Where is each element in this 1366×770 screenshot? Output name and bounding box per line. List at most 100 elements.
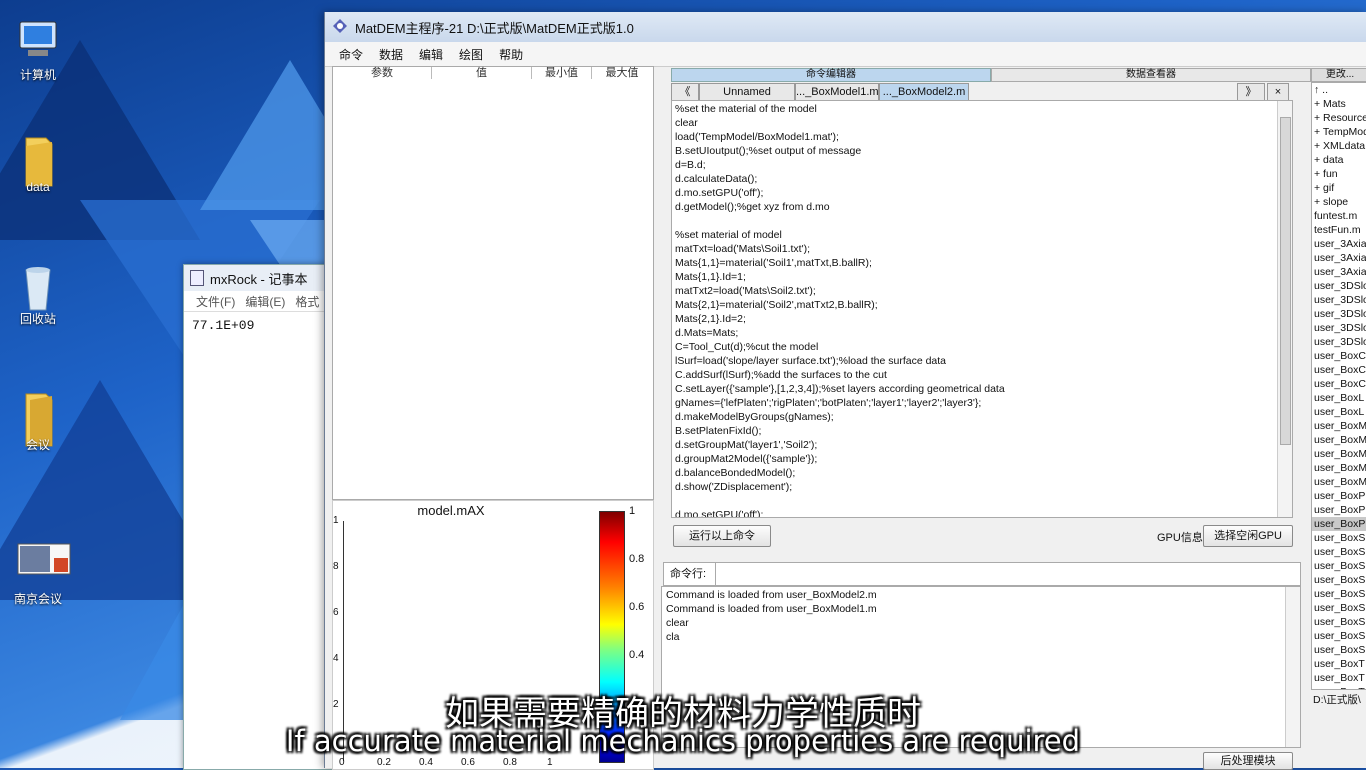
code-line[interactable]: d.show('ZDisplacement');	[675, 480, 1275, 494]
code-line[interactable]: d.setGroupMat('layer1','Soil2');	[675, 438, 1275, 452]
menu-plot[interactable]: 绘图	[459, 46, 483, 63]
file-item[interactable]: user_BoxM	[1312, 447, 1366, 461]
file-item[interactable]: user_BoxT	[1312, 671, 1366, 685]
param-header-min[interactable]: 最小值	[532, 67, 592, 79]
run-commands-button[interactable]: 运行以上命令	[673, 525, 771, 547]
matdem-main-window[interactable]: MatDEM主程序-21 D:\正式版\MatDEM正式版1.0 命令 数据 编…	[324, 12, 1366, 770]
desktop-icon-data[interactable]: data	[2, 132, 74, 194]
file-item[interactable]: + data	[1312, 153, 1366, 167]
file-item[interactable]: user_3Axia	[1312, 237, 1366, 251]
notepad-menu-format[interactable]: 格式	[295, 293, 319, 310]
code-line[interactable]: d.mo.setGPU('off');	[675, 186, 1275, 200]
code-line[interactable]: d.mo.setGPU('off');	[675, 508, 1275, 517]
file-item[interactable]: user_BoxS	[1312, 601, 1366, 615]
file-item[interactable]: + TempMod	[1312, 125, 1366, 139]
file-item[interactable]: user_BoxS	[1312, 615, 1366, 629]
menu-help[interactable]: 帮助	[499, 46, 523, 63]
file-item[interactable]: user_3DSlo	[1312, 279, 1366, 293]
file-item[interactable]: user_BoxM	[1312, 461, 1366, 475]
code-line[interactable]: B.setPlatenFixId();	[675, 424, 1275, 438]
notepad-text-area[interactable]: 77.1E+09	[184, 312, 334, 339]
desktop-icon-recycle-bin[interactable]: 回收站	[2, 262, 74, 327]
menu-data[interactable]: 数据	[379, 46, 403, 63]
file-item[interactable]: user_BoxS	[1312, 629, 1366, 643]
code-line[interactable]: matTxt2=load('Mats\Soil2.txt');	[675, 284, 1275, 298]
file-item[interactable]: funtest.m	[1312, 209, 1366, 223]
desktop-icon-nanjing-meeting[interactable]: 南京会议	[2, 542, 74, 607]
notepad-titlebar[interactable]: mxRock - 记事本	[184, 265, 334, 291]
tab-data-viewer[interactable]: 数据查看器	[991, 68, 1311, 82]
code-line[interactable]: Mats{1,1}.Id=1;	[675, 270, 1275, 284]
tab-prev-button[interactable]: 《	[671, 83, 699, 101]
code-line[interactable]: B.setUIoutput();%set output of message	[675, 144, 1275, 158]
file-item[interactable]: user_BoxS	[1312, 573, 1366, 587]
code-line[interactable]: %set material of model	[675, 228, 1275, 242]
file-item[interactable]: user_BoxM	[1312, 433, 1366, 447]
code-line[interactable]: C.addSurf(lSurf);%add the surfaces to th…	[675, 368, 1275, 382]
file-item[interactable]: user_3DSlo	[1312, 293, 1366, 307]
notepad-menu-edit[interactable]: 编辑(E)	[245, 293, 285, 310]
file-item[interactable]: user_BoxP	[1312, 503, 1366, 517]
file-item[interactable]: user_3DSlo	[1312, 321, 1366, 335]
file-item[interactable]: testFun.m	[1312, 223, 1366, 237]
code-line[interactable]: Mats{2,1}=material('Soil2',matTxt2,B.bal…	[675, 298, 1275, 312]
param-header-max[interactable]: 最大值	[592, 67, 652, 79]
file-item[interactable]: user_BoxC	[1312, 377, 1366, 391]
file-item[interactable]: user_BoxS	[1312, 587, 1366, 601]
menu-command[interactable]: 命令	[339, 46, 363, 63]
tab-boxmodel2[interactable]: ..._BoxModel2.m	[879, 83, 969, 101]
file-item[interactable]: user_3Axia	[1312, 251, 1366, 265]
code-line[interactable]: d.Mats=Mats;	[675, 326, 1275, 340]
code-line[interactable]: d.calculateData();	[675, 172, 1275, 186]
menu-edit[interactable]: 编辑	[419, 46, 443, 63]
code-line[interactable]	[675, 494, 1275, 508]
tab-boxmodel1[interactable]: ..._BoxModel1.m	[795, 83, 879, 101]
param-header-value[interactable]: 值	[432, 67, 532, 79]
command-input[interactable]	[715, 562, 1301, 586]
tab-next-button[interactable]: 》	[1237, 83, 1265, 101]
code-line[interactable]	[675, 214, 1275, 228]
file-browser-header[interactable]: 更改...	[1311, 68, 1366, 82]
file-item[interactable]: + Resource	[1312, 111, 1366, 125]
code-line[interactable]: C=Tool_Cut(d);%cut the model	[675, 340, 1275, 354]
editor-scrollbar[interactable]	[1277, 101, 1292, 517]
code-line[interactable]: d.groupMat2Model({'sample'});	[675, 452, 1275, 466]
file-item[interactable]: user_BoxM	[1312, 419, 1366, 433]
code-line[interactable]: Mats{2,1}.Id=2;	[675, 312, 1275, 326]
code-line[interactable]: lSurf=load('slope/layer surface.txt');%l…	[675, 354, 1275, 368]
code-line[interactable]: %set the material of the model	[675, 102, 1275, 116]
file-item[interactable]: user_3DSlo	[1312, 307, 1366, 321]
file-item[interactable]: user_BoxC	[1312, 349, 1366, 363]
file-item[interactable]: user_BoxP	[1312, 517, 1366, 531]
file-item[interactable]: user_3DSlo	[1312, 335, 1366, 349]
desktop-icon-computer[interactable]: 计算机	[2, 18, 74, 83]
main-titlebar[interactable]: MatDEM主程序-21 D:\正式版\MatDEM正式版1.0	[325, 12, 1366, 42]
select-idle-gpu-button[interactable]: 选择空闲GPU	[1203, 525, 1293, 547]
param-header-name[interactable]: 参数	[333, 67, 432, 79]
parameter-table[interactable]: 参数 值 最小值 最大值	[332, 66, 654, 500]
editor-scroll-thumb[interactable]	[1280, 117, 1291, 445]
code-line[interactable]: d.balanceBondedModel();	[675, 466, 1275, 480]
file-item[interactable]: user_BoxT	[1312, 657, 1366, 671]
notepad-menu-file[interactable]: 文件(F)	[196, 293, 235, 310]
tab-unnamed[interactable]: Unnamed	[699, 83, 795, 101]
file-item[interactable]: + Mats	[1312, 97, 1366, 111]
file-item[interactable]: + XMLdata	[1312, 139, 1366, 153]
file-item[interactable]: user_BoxC	[1312, 363, 1366, 377]
code-line[interactable]: d.getModel();%get xyz from d.mo	[675, 200, 1275, 214]
file-browser[interactable]: ↑ .. + Mats + Resource + TempMod + XMLdata + …	[1311, 82, 1366, 690]
file-item[interactable]: + slope	[1312, 195, 1366, 209]
file-item[interactable]: user_BoxS	[1312, 559, 1366, 573]
code-line[interactable]: d.makeModelByGroups(gNames);	[675, 410, 1275, 424]
code-line[interactable]: Mats{1,1}=material('Soil1',matTxt,B.ball…	[675, 256, 1275, 270]
code-line[interactable]: d=B.d;	[675, 158, 1275, 172]
code-line[interactable]: C.setLayer({'sample'},[1,2,3,4]);%set la…	[675, 382, 1275, 396]
file-item[interactable]: + gif	[1312, 181, 1366, 195]
code-line[interactable]: clear	[675, 116, 1275, 130]
code-editor[interactable]: %set the material of the model clear load(…	[671, 100, 1293, 518]
code-text-area[interactable]: %set the material of the model clear load(…	[675, 102, 1275, 517]
file-item[interactable]: ↑ ..	[1312, 83, 1366, 97]
code-line[interactable]: load('TempModel/BoxModel1.mat');	[675, 130, 1275, 144]
desktop-icon-meeting[interactable]: 会议	[2, 388, 74, 453]
file-item[interactable]: user_BoxS	[1312, 545, 1366, 559]
